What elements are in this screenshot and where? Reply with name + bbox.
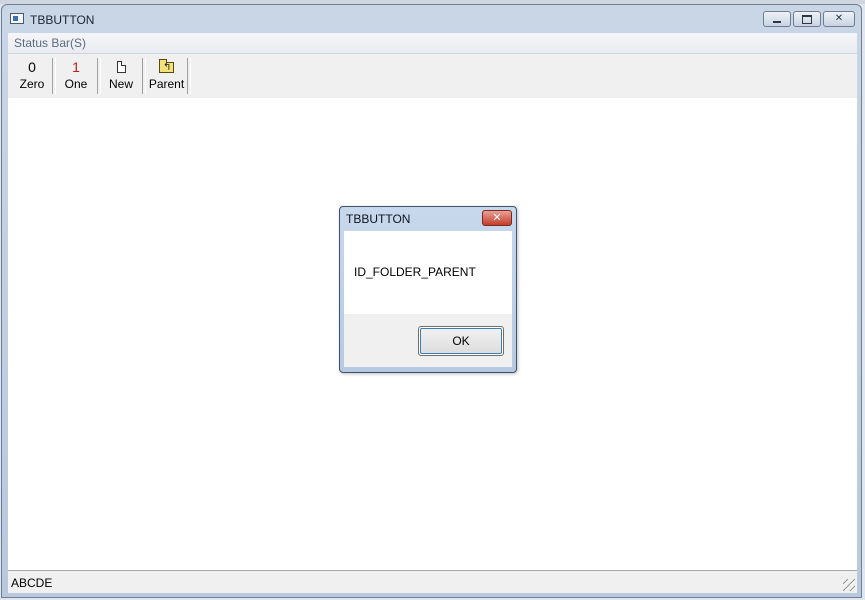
ok-button[interactable]: OK [418, 326, 504, 356]
dialog-footer: OK [344, 314, 512, 367]
toolbar-label: One [64, 77, 88, 91]
window-title: TBBUTTON [30, 13, 95, 27]
app-icon [10, 13, 24, 24]
zero-glyph: 0 [28, 59, 36, 75]
dialog-body: ID_FOLDER_PARENT OK [344, 231, 512, 367]
maximize-icon [802, 14, 812, 24]
menu-status-bar[interactable]: Status Bar(S) [14, 36, 86, 50]
dialog-close-button[interactable]: ✕ [482, 210, 512, 226]
dialog-title: TBBUTTON [346, 212, 411, 226]
status-bar: ABCDE [8, 570, 857, 593]
toolbar-button-new[interactable]: New [101, 58, 141, 94]
close-button[interactable]: ✕ [823, 11, 855, 27]
minimize-icon [773, 20, 781, 23]
close-icon: ✕ [834, 13, 844, 24]
toolbar-label: Zero [19, 77, 45, 91]
parent-folder-icon [159, 59, 174, 77]
caption-buttons: ✕ [763, 11, 855, 27]
toolbar-label: New [108, 77, 133, 91]
one-glyph: 1 [72, 59, 80, 75]
toolbar-button-one[interactable]: 1 One [56, 58, 96, 94]
toolbar-button-parent[interactable]: Parent [145, 58, 188, 94]
menu-bar: Status Bar(S) [8, 33, 857, 54]
toolbar-label: Parent [148, 77, 185, 91]
new-document-icon [116, 61, 126, 73]
dialog-message: ID_FOLDER_PARENT [354, 265, 476, 279]
close-icon: ✕ [492, 212, 502, 224]
toolbar-button-zero[interactable]: 0 Zero [12, 58, 52, 94]
message-box-dialog: TBBUTTON ✕ ID_FOLDER_PARENT OK [339, 206, 517, 373]
toolbar: 0 Zero 1 One New Parent [8, 54, 857, 98]
minimize-button[interactable] [763, 11, 791, 27]
toolbar-separator [187, 58, 191, 94]
title-bar[interactable]: TBBUTTON ✕ [2, 5, 861, 33]
resize-grip-icon[interactable] [843, 579, 855, 591]
maximize-button[interactable] [793, 11, 821, 27]
status-text: ABCDE [11, 576, 53, 590]
